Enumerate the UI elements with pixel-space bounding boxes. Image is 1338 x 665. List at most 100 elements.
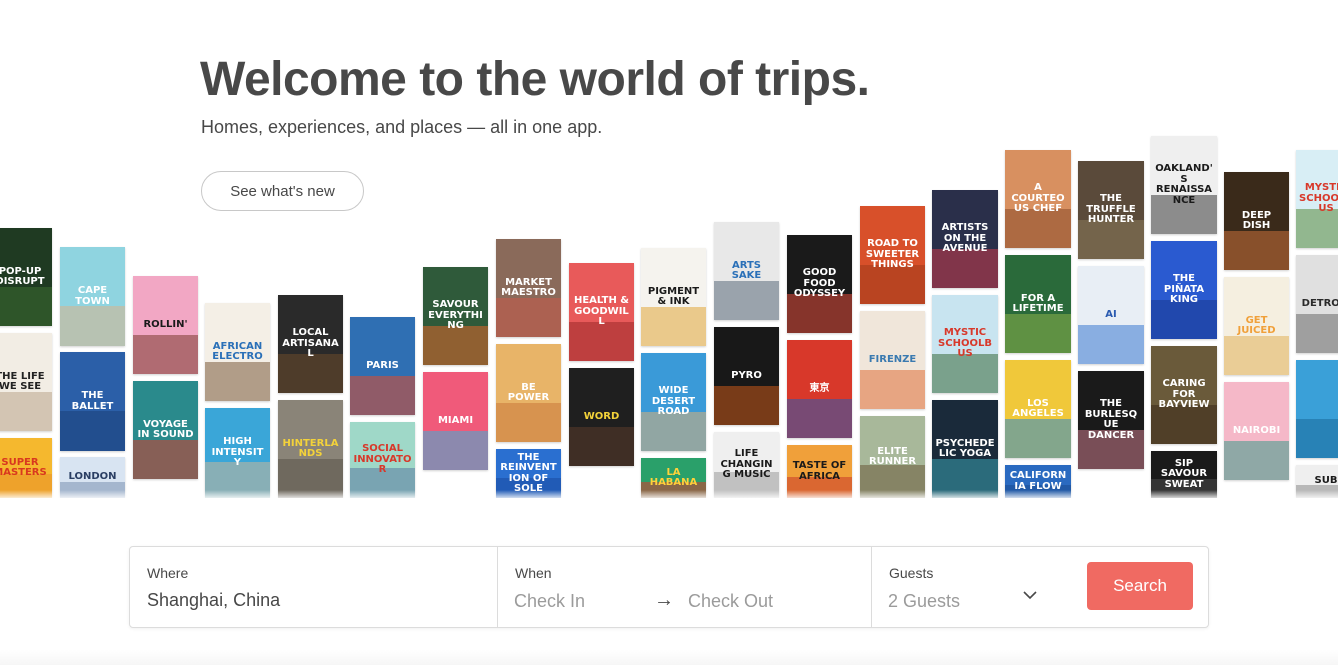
poster-title: ARTS SAKE — [731, 259, 762, 281]
poster: A COURTEOUS CHEF — [1005, 150, 1071, 248]
check-in-input[interactable]: Check In — [514, 591, 585, 612]
poster: SIP SAVOUR SWEAT — [1151, 451, 1217, 498]
poster-image — [1078, 429, 1144, 469]
poster-title: THE BALLET — [71, 390, 114, 412]
poster-title: SAVOUR EVERYTHING — [428, 299, 483, 332]
poster-image — [860, 264, 925, 304]
where-field[interactable]: Where — [130, 547, 498, 627]
poster-title: POP-UP DISRUPT — [0, 265, 45, 287]
poster-image — [496, 297, 561, 337]
poster: CARING FOR BAYVIEW — [1151, 346, 1217, 444]
poster-title: Mystic Schoolbus — [1299, 182, 1338, 215]
poster-title: ARTISTS ON THE AVENUE — [941, 222, 989, 255]
check-out-input[interactable]: Check Out — [688, 591, 773, 612]
poster-title: The Life we See — [0, 370, 45, 392]
poster-image — [641, 411, 706, 451]
poster-title: A COURTEOUS CHEF — [1011, 182, 1065, 215]
poster-image — [60, 411, 125, 451]
poster-title: BE POWER — [507, 381, 550, 403]
when-field[interactable]: When Check In → Check Out — [498, 547, 872, 627]
poster-title: ELITE RUNNER — [868, 445, 917, 467]
poster-image — [205, 361, 270, 401]
poster-image — [350, 467, 415, 498]
poster — [1296, 360, 1338, 458]
poster-image — [1224, 335, 1289, 375]
poster-image — [133, 334, 198, 374]
poster: 東京 — [787, 340, 852, 438]
poster-title: La Habana — [649, 466, 698, 488]
hero-subtitle: Homes, experiences, and places — all in … — [201, 117, 603, 137]
chevron-down-icon[interactable] — [1022, 587, 1038, 603]
poster-image — [932, 458, 998, 498]
poster-title: GOOD FOOD ODYSSEY — [793, 267, 846, 300]
poster: LIFE CHANGING MUSIC — [714, 432, 779, 498]
poster-title: LONDON — [68, 471, 117, 483]
poster: PIGMENT & INK — [641, 248, 706, 346]
poster-title: HINTERLANDS — [282, 437, 339, 459]
poster-title: SIP SAVOUR SWEAT — [1160, 457, 1208, 490]
poster-image — [1005, 208, 1071, 248]
poster-title: PYRO — [731, 369, 762, 381]
poster-title: LOCAL ARTISANAL — [282, 327, 339, 360]
poster-image — [641, 482, 706, 498]
poster-title: ROAD TO SWEETER THINGS — [865, 238, 920, 271]
poster: SUB — [1296, 465, 1338, 498]
poster: Market Maestro — [496, 239, 561, 337]
poster-title: WIDE DESERT ROAD — [651, 385, 696, 418]
poster-image — [1224, 440, 1289, 480]
poster-image — [1078, 324, 1144, 364]
poster-title: SUB — [1314, 475, 1338, 487]
poster: BE POWER — [496, 344, 561, 442]
poster-title: DEEP DISH — [1241, 209, 1272, 231]
poster-title: Market Maestro — [501, 276, 556, 298]
hero-title: Welcome to the world of trips. — [200, 53, 870, 106]
poster: HINTERLANDS — [278, 400, 343, 498]
poster-title: DETROIT — [1301, 297, 1338, 309]
poster: OAKLAND'S RENAISSANCE — [1151, 136, 1217, 234]
poster-image — [0, 286, 52, 326]
poster: THE REINVENTION OF SOLE — [496, 449, 561, 498]
poster-image — [932, 248, 998, 288]
poster-image — [932, 353, 998, 393]
poster-image — [787, 398, 852, 438]
poster: DETROIT — [1296, 255, 1338, 353]
poster-image — [60, 306, 125, 346]
poster: PYRO — [714, 327, 779, 425]
poster-image — [1296, 484, 1338, 498]
poster: AFRICAN ELECTRO — [205, 303, 270, 401]
poster-image — [133, 439, 198, 479]
poster: MIAMI — [423, 372, 488, 470]
guests-field[interactable]: Guests 2 Guests Search — [872, 547, 1208, 627]
poster-image — [60, 481, 125, 498]
poster-image — [278, 353, 343, 393]
poster: ARTS SAKE — [714, 222, 779, 320]
poster: Health & Goodwill — [569, 263, 634, 361]
poster-title: THE REINVENTION OF SOLE — [500, 451, 557, 494]
poster: POP-UP DISRUPT — [0, 228, 52, 326]
poster-image — [1151, 404, 1217, 444]
poster-title: AI — [1105, 308, 1117, 320]
where-input[interactable] — [147, 590, 477, 611]
poster-image — [714, 280, 779, 320]
poster: SOCIAL INNOVATOR — [350, 422, 415, 498]
bottom-fade — [0, 650, 1338, 665]
guests-select[interactable]: 2 Guests — [888, 591, 960, 612]
poster-image — [1296, 313, 1338, 353]
poster-title: HIGH INTENSITY — [211, 436, 264, 469]
poster-image — [1151, 479, 1217, 498]
poster-image — [1296, 418, 1338, 458]
poster-title: ROLLIN' — [143, 318, 188, 330]
poster: ROLLIN' — [133, 276, 198, 374]
poster-title: FOR A LIFETIME — [1012, 292, 1064, 314]
search-button[interactable]: Search — [1087, 562, 1193, 610]
poster-image — [205, 462, 270, 498]
poster-title: PSYCHEDELIC YOGA — [935, 437, 995, 459]
poster: The Life we See — [0, 333, 52, 431]
poster-image — [1078, 219, 1144, 259]
poster: SUPER MASTERS — [0, 438, 52, 498]
see-whats-new-button[interactable]: See what's new — [201, 171, 364, 211]
poster-image — [1005, 313, 1071, 353]
poster-title: THE BURLESQUE DANCER — [1084, 398, 1138, 441]
poster-image — [787, 476, 852, 498]
poster-image — [1151, 194, 1217, 234]
